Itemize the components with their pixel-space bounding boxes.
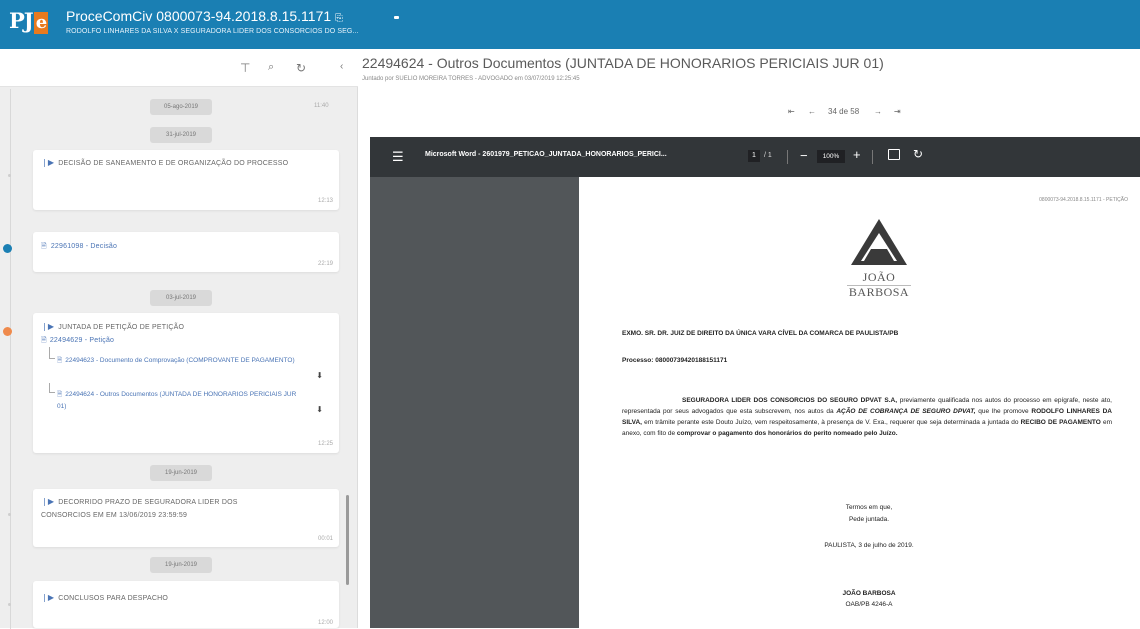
divider <box>787 150 788 164</box>
pin-icon: ❘▶ <box>41 593 55 602</box>
page-header-code: 0800073-94.2018.8.15.1171 - PETIÇÃO <box>1039 197 1128 203</box>
zoom-out-icon[interactable]: − <box>800 148 808 163</box>
signer-name: JOÃO BARBOSA <box>842 590 896 597</box>
event-time: 12:25 <box>317 441 333 447</box>
closing-line: Pede juntada. <box>848 516 890 523</box>
pin-icon: ❘▶ <box>41 497 55 506</box>
filter-icon[interactable]: ⊤ <box>240 61 250 75</box>
pdf-toolbar: ☰ Microsoft Word - 2601979_PETICAO_JUNTA… <box>370 137 1140 177</box>
event-time: 12:00 <box>317 620 333 626</box>
process-number: Processo: 08000739420188151171 <box>622 357 728 364</box>
closing-line: Termos em que, <box>845 504 893 511</box>
page-number-input[interactable]: 1 <box>748 150 760 162</box>
page-total: / 1 <box>764 152 772 159</box>
divider <box>872 150 873 164</box>
document-icon: 🗎 <box>41 337 47 344</box>
event-title: ❘▶ DECISÃO DE SANEAMENTO E DE ORGANIZAÇÃO… <box>41 158 289 167</box>
search-icon[interactable]: ⌕ <box>268 61 274 74</box>
pin-icon: ❘▶ <box>41 158 55 167</box>
timeline-dot <box>8 603 11 606</box>
top-bar: PJ e ProceComCiv 0800073-94.2018.8.15.117… <box>0 0 1140 49</box>
document-icon: 🗎 <box>41 243 47 250</box>
first-page-icon[interactable]: ⇤ <box>788 107 795 116</box>
pje-logo[interactable]: PJ e <box>9 8 49 34</box>
pin-icon: ❘▶ <box>41 322 55 331</box>
timeline-event-selected[interactable]: ❘▶ JUNTADA DE PETIÇÃO DE PETIÇÃO 🗎 2249462… <box>33 313 339 453</box>
attachment-link-selected[interactable]: 🗎 22494624 - Outros Documentos (JUNTADA D… <box>57 389 307 413</box>
date-label: 31-jul-2019 <box>150 127 212 143</box>
process-parties: RODOLFO LINHARES DA SILVA X SEGURADORA L… <box>66 28 359 35</box>
chevron-left-icon[interactable]: ‹ <box>340 61 343 72</box>
pdf-viewer[interactable]: ☰ Microsoft Word - 2601979_PETICAO_JUNTA… <box>370 137 1140 628</box>
zoom-input[interactable]: 100% <box>817 150 845 163</box>
event-title: ❘▶ CONCLUSOS PARA DESPACHO <box>41 593 169 602</box>
event-title: ❘▶ DECORRIDO PRAZO DE SEGURADORA LIDER DO… <box>41 497 238 519</box>
event-time: 12:13 <box>317 198 333 204</box>
petition-body: SEGURADORA LIDER DOS CONSORCIOS DO SEGUR… <box>622 397 1112 437</box>
document-link[interactable]: 🗎 22961098 - Decisão <box>41 240 117 253</box>
document-subtitle: Juntado por SUELIO MOREIRA TORRES - ADVO… <box>362 76 580 82</box>
event-title: ❘▶ JUNTADA DE PETIÇÃO DE PETIÇÃO <box>41 322 185 331</box>
event-time: 22:19 <box>317 261 333 267</box>
document-icon: 🗎 <box>57 391 63 398</box>
refresh-icon[interactable]: ↻ <box>296 61 306 75</box>
download-icon[interactable]: ⬇ <box>316 371 323 380</box>
tree-connector <box>49 347 55 359</box>
rotate-icon[interactable]: ↻ <box>913 147 923 161</box>
document-title: 22494624 - Outros Documentos (JUNTADA DE… <box>362 55 884 71</box>
pdf-page: 0800073-94.2018.8.15.1171 - PETIÇÃO JOÃO… <box>579 177 1140 628</box>
date-label: 19-jun-2019 <box>150 465 212 481</box>
event-time: 11:40 <box>314 103 329 109</box>
document-icon: 🗎 <box>57 357 63 364</box>
timeline-dot-active <box>3 244 12 253</box>
timeline-event[interactable]: 🗎 22961098 - Decisão 22:19 <box>33 232 339 272</box>
timeline-line <box>10 89 11 629</box>
signer-oab: OAB/PB 4246-A <box>845 601 893 608</box>
download-icon[interactable]: ⬇ <box>316 405 323 414</box>
copy-icon[interactable]: ⎘ <box>335 13 343 24</box>
process-title[interactable]: ProceComCiv 0800073-94.2018.8.15.1171 ⎘ <box>66 8 343 24</box>
timeline-dot-selected <box>3 327 12 336</box>
tree-connector <box>49 383 55 393</box>
date-label: 19-jun-2019 <box>150 557 212 573</box>
page-indicator: 34 de 58 <box>828 107 860 116</box>
place-date: PAULISTA, 3 de julho de 2019. <box>824 542 914 549</box>
menu-icon[interactable]: ☰ <box>392 149 404 165</box>
document-link[interactable]: 🗎 22494629 - Petição <box>41 334 114 347</box>
addressee: EXMO. SR. DR. JUIZ DE DIREITO DA ÚNICA V… <box>622 330 899 337</box>
brand-underline <box>847 285 911 286</box>
last-page-icon[interactable]: ⇥ <box>894 107 901 116</box>
event-time: 00:01 <box>317 536 333 542</box>
attachment-link[interactable]: 🗎 22494623 - Documento de Comprovação (CO… <box>57 355 307 367</box>
next-page-icon[interactable]: → <box>874 107 882 116</box>
timeline-dot <box>8 513 11 516</box>
dropdown-indicator[interactable] <box>394 16 399 19</box>
scrollbar[interactable] <box>346 495 349 585</box>
zoom-in-icon[interactable]: + <box>853 147 861 162</box>
prev-page-icon[interactable]: ← <box>808 107 816 116</box>
timeline-dot <box>8 174 11 177</box>
date-label: 03-jul-2019 <box>150 290 212 306</box>
timeline-toolbar: ⊤ ⌕ ↻ ‹ <box>0 49 358 87</box>
timeline-event[interactable]: ❘▶ DECISÃO DE SANEAMENTO E DE ORGANIZAÇÃO… <box>33 150 339 210</box>
timeline-event[interactable]: ❘▶ DECORRIDO PRAZO DE SEGURADORA LIDER DO… <box>33 489 339 547</box>
law-firm-logo <box>851 219 907 265</box>
fit-page-icon[interactable] <box>888 149 900 160</box>
timeline-event[interactable]: ❘▶ CONCLUSOS PARA DESPACHO 12:00 <box>33 581 339 628</box>
pdf-filename: Microsoft Word - 2601979_PETICAO_JUNTADA… <box>425 151 667 158</box>
date-label: 05-ago-2019 <box>150 99 212 115</box>
timeline-panel: ⊤ ⌕ ↻ ‹ 05-ago-2019 11:40 31-jul-2019 ❘▶… <box>0 49 358 629</box>
